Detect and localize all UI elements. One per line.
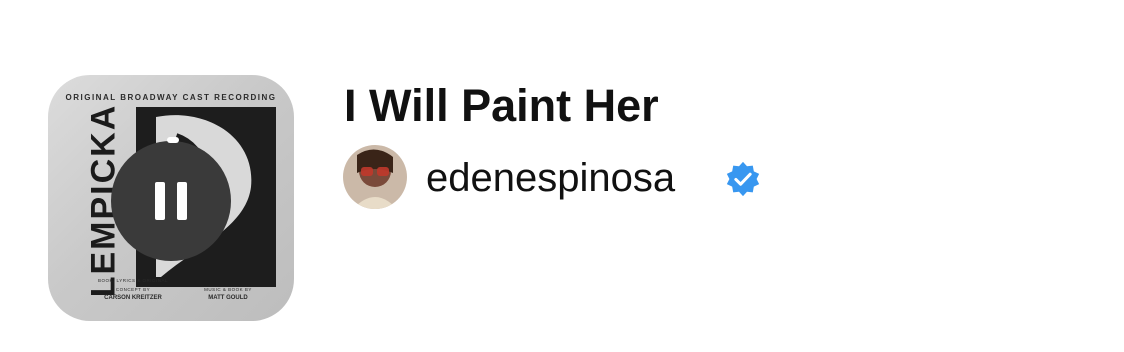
pause-icon bbox=[155, 182, 165, 220]
album-art-credit-left-name: CARSON KREITZER bbox=[104, 295, 162, 301]
album-art-credit-left-small: BOOK, LYRICS & ORIGINAL CONCEPT BY bbox=[98, 278, 168, 292]
progress-indicator bbox=[167, 137, 179, 143]
album-art-top-text: ORIGINAL BROADWAY CAST RECORDING bbox=[65, 93, 277, 102]
album-art-credit-right-small: MUSIC & BOOK BY bbox=[204, 287, 252, 292]
album-art-credit-right: MUSIC & BOOK BY MATT GOULD bbox=[188, 285, 268, 303]
avatar[interactable] bbox=[343, 145, 407, 209]
song-title[interactable]: I Will Paint Her bbox=[344, 79, 659, 133]
pause-icon-bar bbox=[177, 182, 187, 220]
album-art-credit-left: BOOK, LYRICS & ORIGINAL CONCEPT BY CARSO… bbox=[88, 276, 178, 303]
artist-username[interactable]: edenespinosa bbox=[426, 154, 675, 202]
avatar-image bbox=[343, 145, 407, 209]
album-art-credit-right-name: MATT GOULD bbox=[208, 295, 248, 301]
pause-button[interactable] bbox=[111, 141, 231, 261]
verified-badge-icon bbox=[726, 161, 760, 197]
